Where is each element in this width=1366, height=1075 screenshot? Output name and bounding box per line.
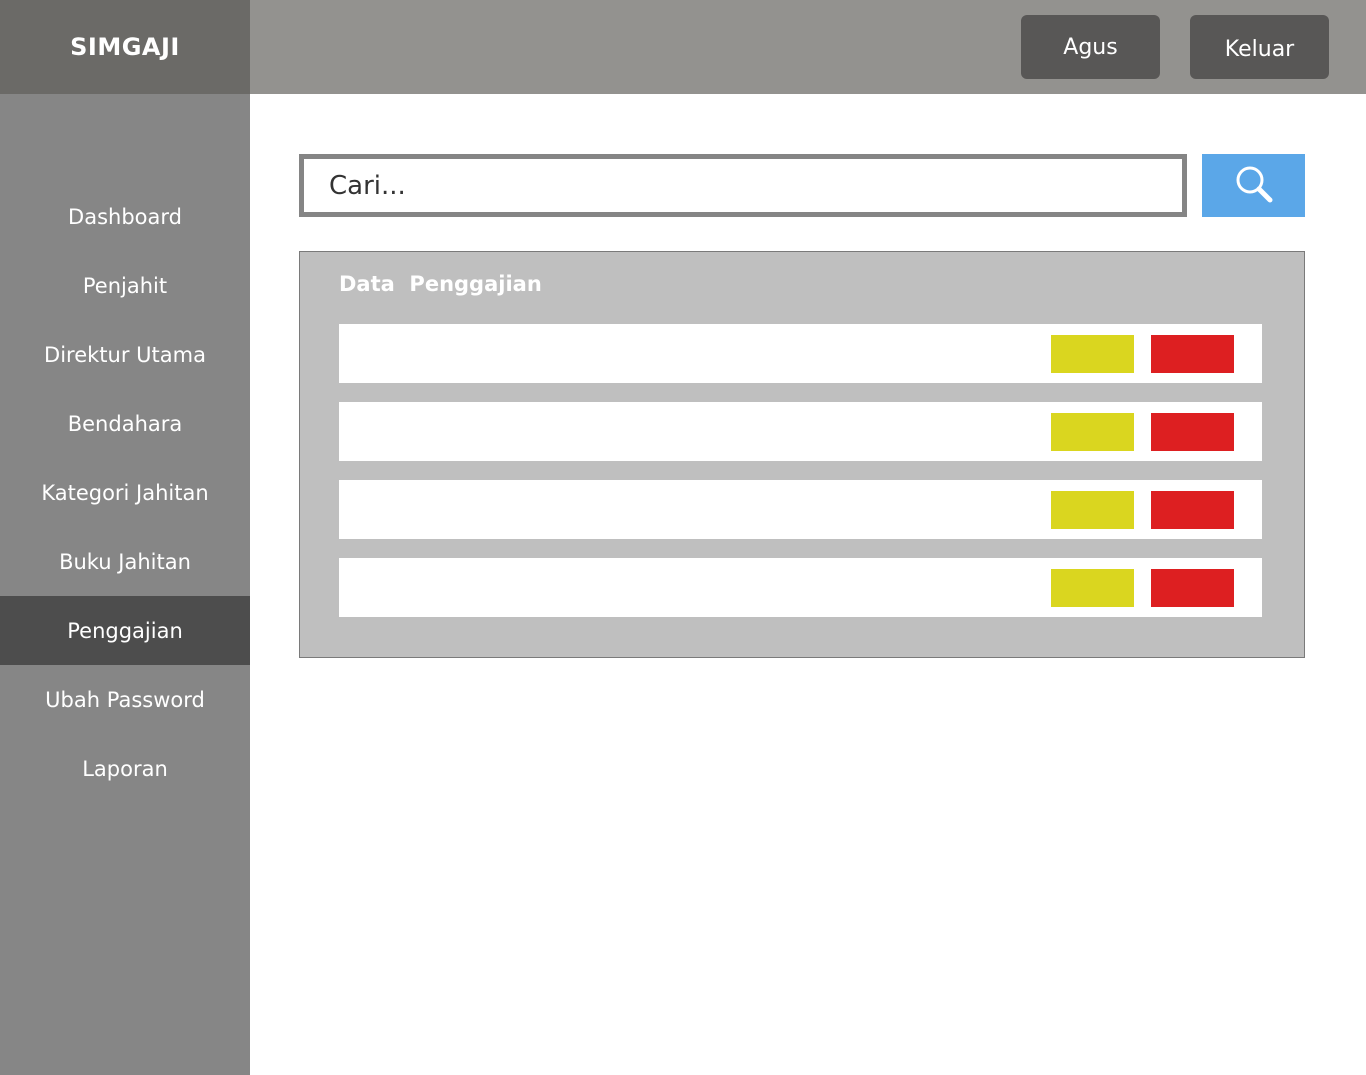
sidebar-item-label: Buku Jahitan bbox=[59, 549, 191, 574]
sidebar-item-label: Penggajian bbox=[67, 618, 183, 643]
table-row bbox=[339, 402, 1262, 461]
sidebar-item-ubah-password[interactable]: Ubah Password bbox=[0, 665, 250, 734]
sidebar-item-bendahara[interactable]: Bendahara bbox=[0, 389, 250, 458]
search-field bbox=[299, 154, 1187, 217]
app-logo: SIMGAJI bbox=[0, 0, 250, 94]
edit-button[interactable] bbox=[1051, 413, 1134, 451]
sidebar-item-dashboard[interactable]: Dashboard bbox=[0, 182, 250, 251]
table-row bbox=[339, 480, 1262, 539]
top-bar: Agus Keluar bbox=[250, 0, 1366, 94]
sidebar-item-label: Penjahit bbox=[82, 273, 168, 298]
delete-button[interactable] bbox=[1151, 569, 1234, 607]
table-row bbox=[339, 558, 1262, 617]
sidebar-item-kategori-jahitan[interactable]: Kategori Jahitan bbox=[0, 458, 250, 527]
sidebar-item-label: Direktur Utama bbox=[44, 342, 206, 367]
sidebar-item-buku-jahitan[interactable]: Buku Jahitan bbox=[0, 527, 250, 596]
search-button[interactable] bbox=[1202, 154, 1305, 217]
logout-button[interactable]: Keluar bbox=[1190, 15, 1329, 79]
data-penggajian-panel: Data Penggajian bbox=[299, 251, 1305, 658]
edit-button[interactable] bbox=[1051, 569, 1134, 607]
sidebar-item-penggajian[interactable]: Penggajian bbox=[0, 596, 250, 665]
sidebar-item-label: Ubah Password bbox=[45, 687, 205, 712]
sidebar-item-label: Bendahara bbox=[67, 411, 183, 436]
sidebar-item-laporan[interactable]: Laporan bbox=[0, 734, 250, 803]
delete-button[interactable] bbox=[1151, 335, 1234, 373]
sidebar-item-penjahit[interactable]: Penjahit bbox=[0, 251, 250, 320]
search-icon bbox=[1234, 164, 1274, 208]
user-button[interactable]: Agus bbox=[1021, 15, 1160, 79]
delete-button[interactable] bbox=[1151, 491, 1234, 529]
table-row bbox=[339, 324, 1262, 383]
sidebar-item-label: Kategori Jahitan bbox=[41, 480, 209, 505]
delete-button[interactable] bbox=[1151, 413, 1234, 451]
logout-button-label: Keluar bbox=[1224, 36, 1295, 62]
panel-title: Data Penggajian bbox=[339, 272, 542, 296]
app-title: SIMGAJI bbox=[70, 33, 180, 61]
user-button-label: Agus bbox=[1063, 34, 1118, 60]
sidebar-item-label: Dashboard bbox=[68, 204, 182, 229]
sidebar: Dashboard Penjahit Direktur Utama Bendah… bbox=[0, 94, 250, 1075]
edit-button[interactable] bbox=[1051, 491, 1134, 529]
sidebar-item-direktur-utama[interactable]: Direktur Utama bbox=[0, 320, 250, 389]
edit-button[interactable] bbox=[1051, 335, 1134, 373]
search-input[interactable] bbox=[304, 159, 1182, 212]
sidebar-item-label: Laporan bbox=[82, 756, 168, 781]
